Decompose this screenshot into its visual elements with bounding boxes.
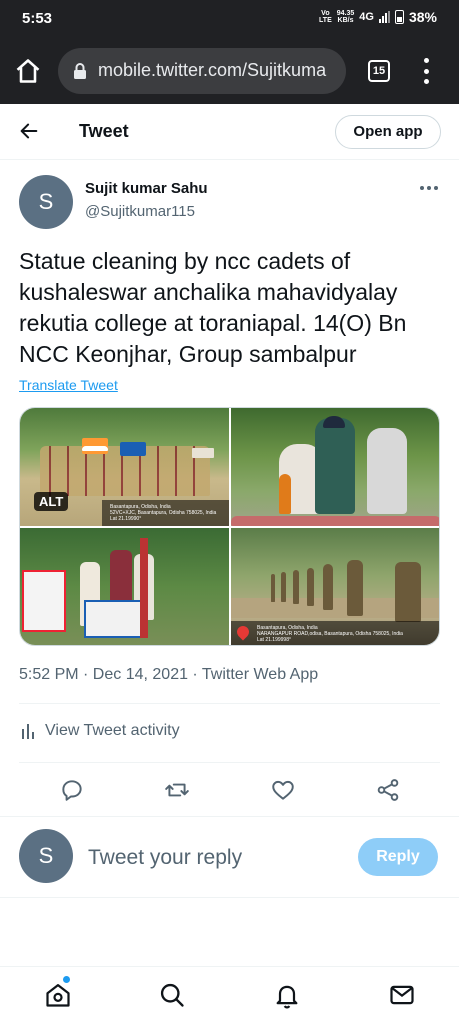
analytics-icon	[22, 724, 34, 739]
status-bar: 5:53 Vo LTE 94.35 KB/s 4G 38%	[0, 0, 459, 38]
translate-tweet-link[interactable]: Translate Tweet	[19, 377, 118, 393]
new-content-dot	[63, 976, 70, 983]
view-activity-label: View Tweet activity	[45, 722, 180, 739]
lock-icon	[74, 63, 86, 79]
browser-menu-icon[interactable]	[416, 58, 436, 84]
address-bar[interactable]: mobile.twitter.com/Sujitkuma	[58, 48, 346, 94]
browser-toolbar: mobile.twitter.com/Sujitkuma 15	[0, 38, 459, 104]
url-text: mobile.twitter.com/Sujitkuma	[98, 60, 327, 80]
reply-icon[interactable]	[59, 777, 85, 803]
tweet-actions	[0, 766, 459, 816]
more-options-icon[interactable]	[420, 186, 438, 190]
author-avatar[interactable]: S	[19, 175, 73, 229]
divider	[0, 816, 459, 817]
tweet-media-grid: ALT Basantapura, Odisha, India 52VC+XJC,…	[19, 407, 440, 646]
location-pin-icon	[234, 623, 252, 641]
retweet-icon[interactable]	[164, 777, 190, 803]
like-icon[interactable]	[270, 777, 296, 803]
tweet-photo-1[interactable]: ALT Basantapura, Odisha, India 52VC+XJC,…	[20, 408, 229, 526]
tab-switcher-button[interactable]: 15	[368, 60, 390, 82]
tweet-photo-2[interactable]	[231, 408, 439, 526]
tweet-photo-4[interactable]: Basantapura, Odisha, India NARANGAPUR RO…	[231, 528, 439, 645]
back-arrow-icon[interactable]	[18, 120, 40, 142]
messages-nav-icon[interactable]	[388, 981, 416, 1009]
view-tweet-activity[interactable]: View Tweet activity	[21, 722, 180, 740]
tweet-photo-3[interactable]	[20, 528, 229, 645]
volte-indicator: Vo LTE	[319, 10, 332, 24]
user-avatar[interactable]: S	[19, 829, 73, 883]
status-icons: Vo LTE 94.35 KB/s 4G 38%	[319, 9, 437, 25]
tweet-text: Statue cleaning by ncc cadets of kushale…	[19, 248, 407, 367]
share-icon[interactable]	[375, 777, 401, 803]
network-type: 4G	[359, 11, 374, 23]
alt-badge[interactable]: ALT	[34, 492, 69, 511]
author-name[interactable]: Sujit kumar Sahu	[85, 180, 208, 197]
notifications-nav-icon[interactable]	[273, 981, 301, 1009]
page-header: Tweet Open app	[0, 104, 459, 160]
open-app-button[interactable]: Open app	[335, 115, 441, 149]
status-time: 5:53	[22, 10, 53, 27]
reply-input[interactable]: Tweet your reply	[88, 846, 242, 870]
bottom-navigation	[0, 966, 459, 1024]
signal-icon	[378, 11, 390, 23]
photo-geotag-1: Basantapura, Odisha, India 52VC+XJC, Bas…	[102, 500, 229, 526]
reply-composer: S Tweet your reply Reply	[0, 818, 459, 898]
photo-geotag-4: Basantapura, Odisha, India NARANGAPUR RO…	[231, 621, 439, 645]
search-nav-icon[interactable]	[158, 981, 186, 1009]
divider	[19, 762, 440, 763]
divider	[19, 703, 440, 704]
author-handle[interactable]: @Sujitkumar115	[85, 203, 195, 220]
page-title: Tweet	[79, 121, 129, 141]
home-icon[interactable]	[14, 57, 42, 85]
network-speed: 94.35 KB/s	[336, 10, 355, 24]
home-nav-icon[interactable]	[44, 981, 72, 1009]
battery-percent: 38%	[408, 9, 437, 25]
reply-button[interactable]: Reply	[358, 838, 438, 876]
tweet-timestamp: 5:52 PM · Dec 14, 2021 · Twitter Web App	[19, 666, 319, 683]
battery-icon	[394, 10, 404, 24]
